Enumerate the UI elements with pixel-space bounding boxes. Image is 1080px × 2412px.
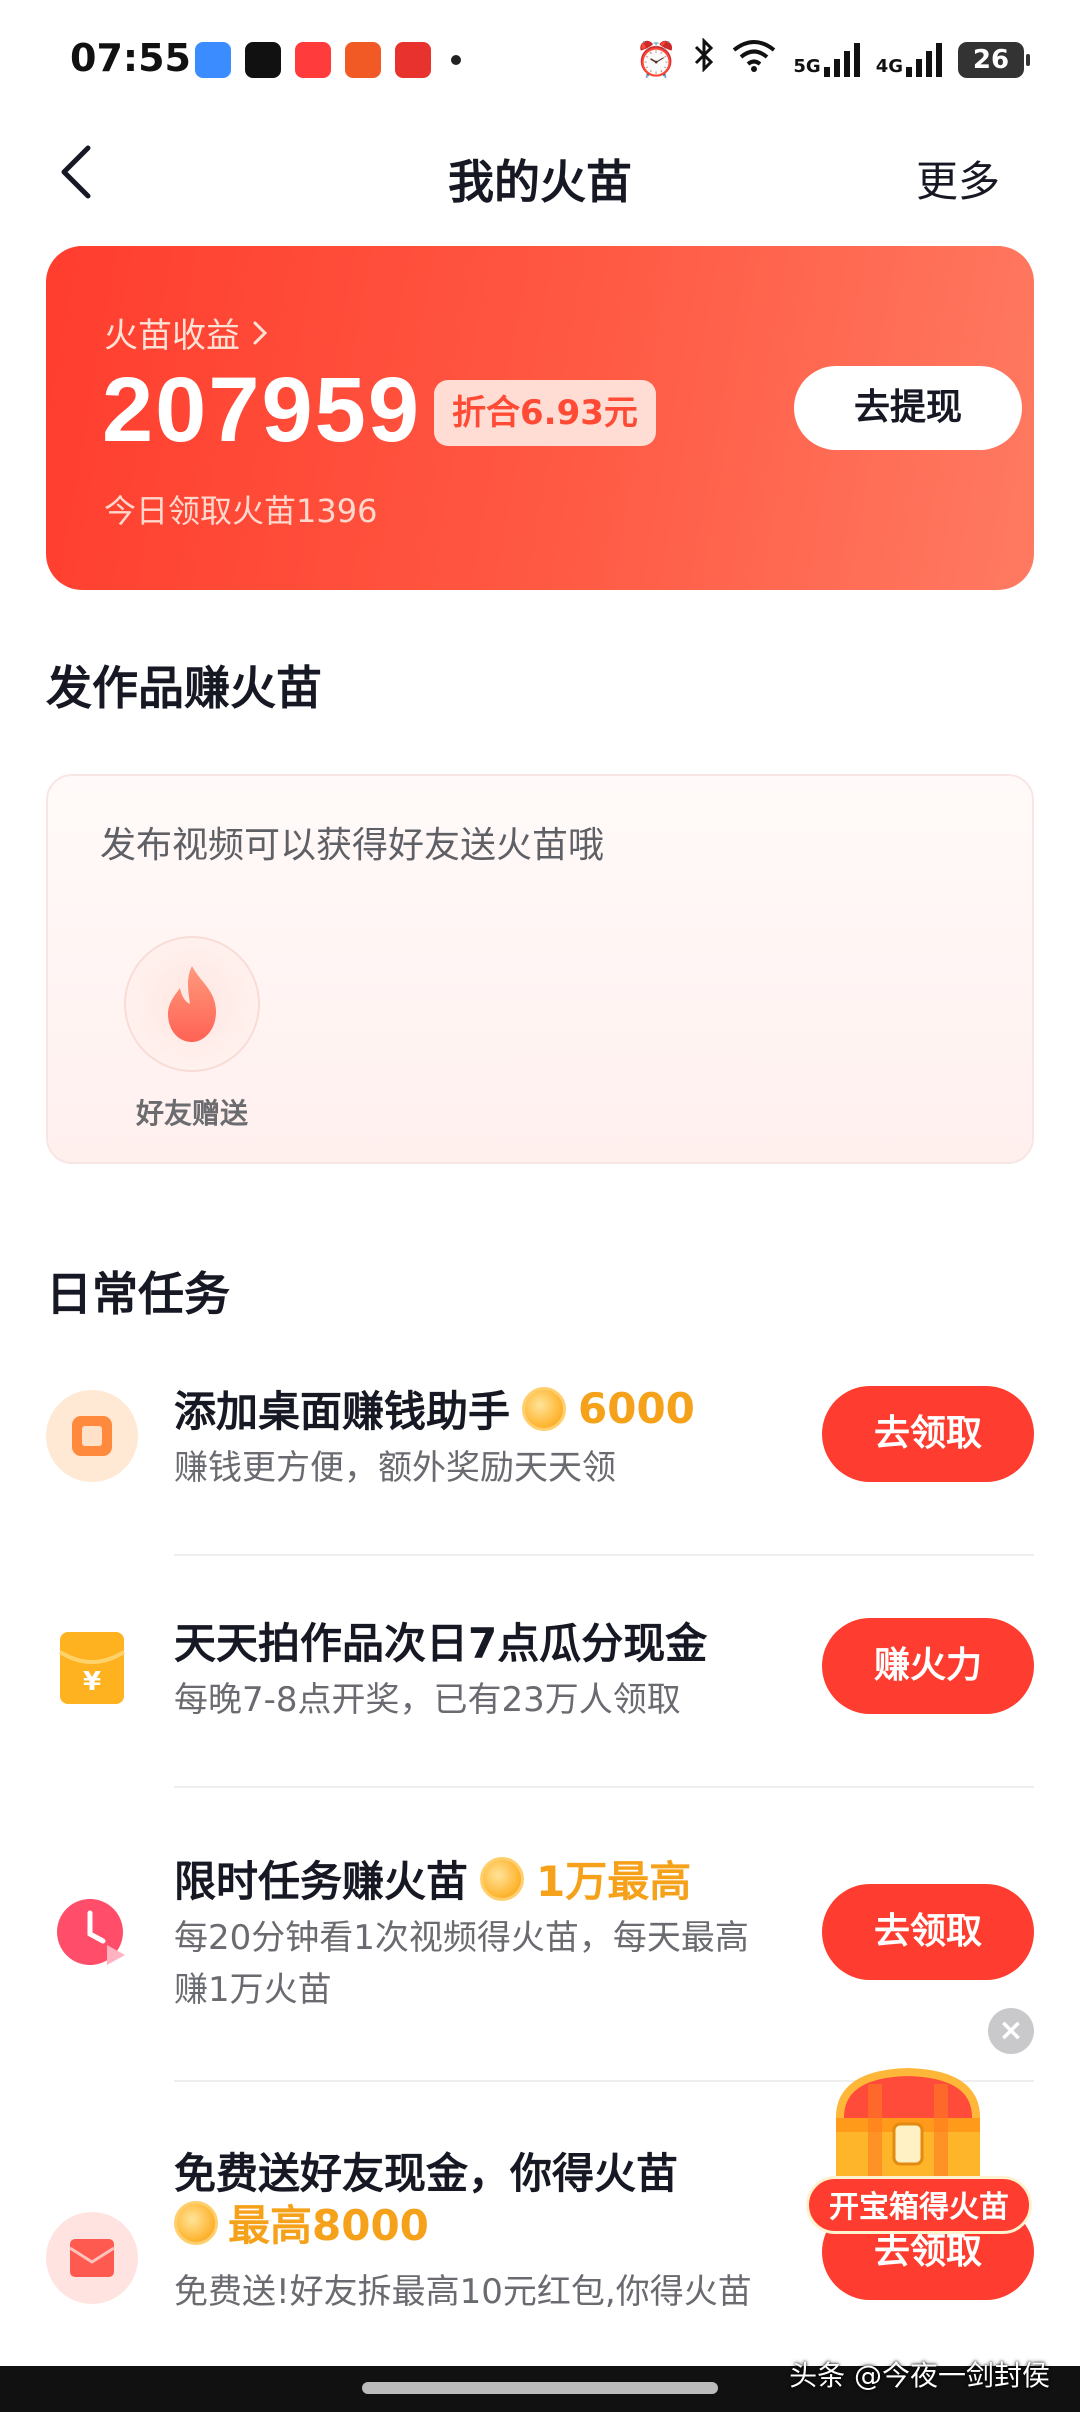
earn-firepower-button[interactable]: 赚火力 (822, 1618, 1034, 1714)
claim-button[interactable]: 去领取 (822, 1386, 1034, 1482)
earnings-label: 火苗收益 (104, 316, 240, 356)
clock-video-icon (46, 1888, 138, 1980)
signal-5g-icon: 5G (793, 42, 860, 77)
withdraw-button[interactable]: 去提现 (794, 366, 1022, 450)
task-title: 限时任务赚火苗 1万最高 (174, 1848, 691, 1909)
works-section-title: 发作品赚火苗 (46, 661, 322, 715)
app-notification-icon (345, 42, 381, 78)
battery-level: 26 (972, 44, 1010, 75)
status-bar: 07:55 ⏰ 5G 4G 26 (0, 0, 1080, 120)
nav-bar: 我的火苗 更多 (0, 120, 1080, 230)
coin-icon (480, 1856, 525, 1901)
back-button[interactable] (50, 142, 110, 202)
earnings-value: 207959 (102, 359, 421, 461)
close-treasure-button[interactable]: × (988, 2008, 1034, 2054)
bluetooth-icon (693, 37, 715, 81)
treasure-label[interactable]: 开宝箱得火苗 (806, 2176, 1032, 2234)
desktop-helper-icon (46, 1390, 138, 1482)
task-desc: 免费送!好友拆最高10元红包,你得火苗 (174, 2272, 752, 2312)
earnings-link[interactable]: 火苗收益 (104, 308, 270, 357)
watermark: 头条 @今夜一剑封侯 (789, 2359, 1050, 2392)
earnings-card: 火苗收益 207959 折合6.93元 今日领取火苗1396 去提现 (46, 246, 1034, 590)
task-title-text: 限时任务赚火苗 (174, 1857, 469, 1906)
chevron-right-icon (253, 321, 268, 344)
signal-4g-icon: 4G (875, 42, 942, 77)
works-panel: 发布视频可以获得好友送火苗哦 好友赠送 (46, 774, 1034, 1164)
more-notifications-dot (451, 55, 461, 65)
status-indicators: ⏰ 5G 4G 26 (635, 37, 1030, 81)
divider (174, 1554, 1034, 1556)
task-reward: 最高8000 (228, 2201, 429, 2250)
home-indicator[interactable] (362, 2382, 718, 2394)
notification-icons (195, 42, 461, 78)
task-title-text: 天天拍作品次日7点瓜分现金 (174, 1619, 708, 1668)
works-hint: 发布视频可以获得好友送火苗哦 (100, 825, 605, 866)
coin-icon (522, 1386, 567, 1431)
friend-gift-label: 好友赠送 (135, 1097, 248, 1130)
task-title-text: 添加桌面赚钱助手 (174, 1387, 511, 1436)
battery-icon: 26 (958, 41, 1030, 78)
task-desc: 赚钱更方便，额外奖励天天领 (174, 1448, 616, 1488)
task-reward: 1万最高 (536, 1857, 692, 1906)
toutiao-notification-icon (395, 42, 431, 78)
task-desc: 每20分钟看1次视频得火苗，每天最高赚1万火苗 (174, 1918, 749, 2010)
treasure-chest-icon[interactable] (818, 2064, 998, 2194)
today-received: 今日领取火苗1396 (104, 492, 378, 530)
task-reward-line: 最高8000 (174, 2192, 429, 2253)
cash-equivalent-badge: 折合6.93元 (434, 380, 656, 446)
claim-button[interactable]: 去领取 (822, 1884, 1034, 1980)
task-desc: 每晚7-8点开奖，已有23万人领取 (174, 1680, 681, 1720)
network-4g-label: 4G (875, 55, 903, 77)
daily-tasks-title: 日常任务 (46, 1267, 230, 1321)
network-5g-label: 5G (793, 55, 821, 77)
more-button[interactable]: 更多 (916, 148, 1000, 209)
svg-text:¥: ¥ (83, 1667, 101, 1697)
task-title: 添加桌面赚钱助手 6000 (174, 1378, 695, 1439)
alarm-icon: ⏰ (635, 39, 678, 80)
gift-envelope-icon (46, 2212, 138, 2304)
status-time: 07:55 (70, 36, 191, 80)
friend-gift-button[interactable] (124, 936, 260, 1072)
chevron-left-icon (61, 145, 91, 199)
flame-icon (168, 966, 216, 1042)
task-title: 天天拍作品次日7点瓜分现金 (174, 1610, 707, 1671)
douyin-notification-icon (245, 42, 281, 78)
red-envelope-icon: ¥ (46, 1622, 138, 1714)
app-notification-icon (295, 42, 331, 78)
divider (174, 1786, 1034, 1788)
wifi-icon (731, 38, 777, 81)
coin-icon (174, 2200, 218, 2245)
app-notification-icon (195, 42, 231, 78)
task-reward: 6000 (578, 1384, 695, 1433)
